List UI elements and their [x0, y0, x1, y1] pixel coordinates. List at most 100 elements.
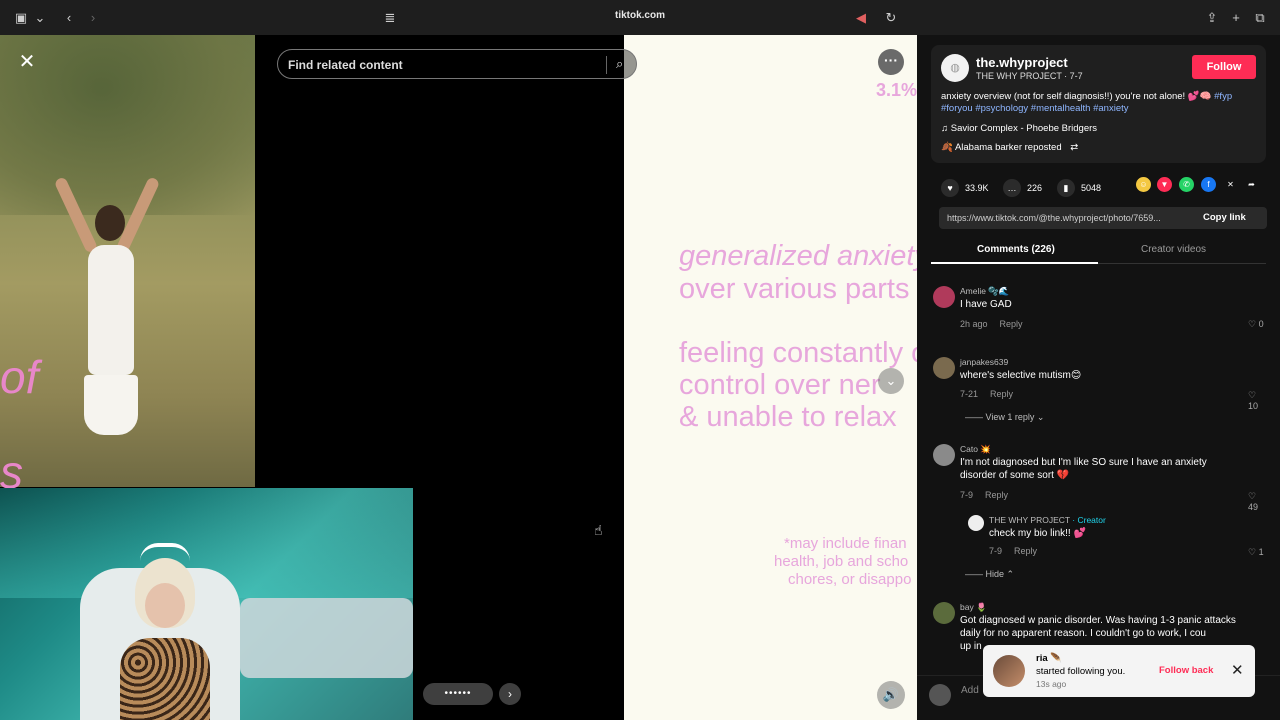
tabs-icon[interactable]: ⧉	[1251, 9, 1269, 27]
slide-indicator-dots[interactable]: ••••••	[423, 683, 493, 705]
slide-letter: of	[0, 351, 39, 403]
x-icon[interactable]: ✕	[1223, 177, 1238, 192]
repost-icon[interactable]: ⇄	[1070, 142, 1078, 153]
slide-footnote: *may include finan	[784, 535, 907, 552]
cat-ear-headphones	[140, 543, 190, 561]
comment-author[interactable]: janpakes639	[960, 357, 1008, 367]
avatar[interactable]	[968, 515, 984, 531]
link-bar: https://www.tiktok.com/@the.whyproject/p…	[939, 207, 1267, 229]
comment-input[interactable]: Add	[961, 685, 979, 696]
reply-button[interactable]: Reply	[985, 490, 1008, 500]
bed	[240, 598, 413, 678]
search-bar[interactable]: Find related content ⌕	[277, 49, 637, 79]
send-icon[interactable]: ▼	[1157, 177, 1172, 192]
comment-author[interactable]: Amelie 🫧🌊	[960, 286, 1010, 297]
hashtag[interactable]: #psychology	[975, 103, 1028, 114]
slide-footnote: health, job and scho	[774, 553, 909, 570]
comment-like[interactable]: ♡ 10	[1248, 390, 1268, 411]
slide-line: over various parts o	[679, 273, 917, 305]
reply-button[interactable]: Reply	[1014, 546, 1037, 556]
search-input[interactable]: Find related content	[288, 58, 403, 72]
toast-message: started following you.	[1036, 666, 1126, 677]
copy-link-button[interactable]: Copy link	[1203, 212, 1246, 223]
percent-label: 3.1%	[875, 80, 917, 100]
user-subtitle: THE WHY PROJECT · 7-7	[976, 71, 1083, 81]
comment-meta: 7-9 Reply	[960, 490, 1009, 500]
whatsapp-icon[interactable]: ✆	[1179, 177, 1194, 192]
comment-meta: 2h ago Reply	[960, 319, 1023, 329]
comment-like[interactable]: ♡ 0	[1248, 319, 1264, 330]
slide-line: & unable to relax	[679, 401, 897, 433]
username[interactable]: the.whyproject	[976, 55, 1068, 70]
address-bar[interactable]: tiktok.com	[0, 10, 1280, 21]
repost-info: 🍂 Alabama barker reposted ⇄	[941, 142, 1079, 153]
close-icon[interactable]: ✕	[16, 51, 38, 73]
slide-footnote: chores, or disappo	[788, 571, 912, 588]
music-link[interactable]: ♫ Savior Complex - Phoebe Bridgers	[941, 123, 1097, 134]
hand-cursor-icon: ☝	[594, 522, 603, 538]
streamer	[120, 558, 210, 720]
search-icon[interactable]: ⌕	[616, 56, 623, 72]
view-replies-button[interactable]: —— View 1 reply ⌄	[965, 412, 1044, 423]
bookmark-icon[interactable]: ▮	[1057, 179, 1075, 197]
avatar[interactable]	[933, 602, 955, 624]
panel-tabs: Comments (226) Creator videos	[931, 240, 1266, 264]
hashtag[interactable]: #fyp	[1214, 91, 1232, 102]
avatar[interactable]	[933, 357, 955, 379]
tab-creator-videos[interactable]: Creator videos	[1141, 244, 1206, 255]
post-detail-panel: ◍ the.whyproject THE WHY PROJECT · 7-7 F…	[917, 35, 1280, 720]
save-action[interactable]: ▮ 5048	[1057, 179, 1101, 197]
new-tab-icon[interactable]: +	[1227, 9, 1245, 27]
share-arrow-icon[interactable]: ➦	[1244, 177, 1259, 192]
post-url[interactable]: https://www.tiktok.com/@the.whyproject/p…	[947, 213, 1187, 223]
embed-icon[interactable]: ☺	[1136, 177, 1151, 192]
next-slide-icon[interactable]: ›	[499, 683, 521, 705]
tab-comments[interactable]: Comments (226)	[977, 244, 1055, 255]
slide-line: control over ner	[679, 369, 881, 401]
reply-button[interactable]: Reply	[990, 389, 1013, 399]
heart-icon[interactable]: ♥	[941, 179, 959, 197]
comment-like[interactable]: ♡ 1	[1248, 547, 1264, 558]
comment-meta: 7-9 Reply	[989, 546, 1038, 556]
more-options-icon[interactable]: ···	[878, 49, 904, 75]
comment-text: I'm not diagnosed but I'm like SO sure I…	[960, 457, 1207, 481]
follow-button[interactable]: Follow	[1192, 55, 1256, 79]
share-icon[interactable]: ⇪	[1203, 9, 1221, 27]
sound-icon[interactable]: ◀	[852, 9, 870, 27]
post-actions: ♥ 33.9K … 226 ▮ 5048 ☺ ▼ ✆ f ✕ ➦	[931, 176, 1266, 197]
avatar[interactable]	[933, 286, 955, 308]
comment-author[interactable]: Cato 💥	[960, 444, 991, 455]
slide-line: generalized anxiety	[679, 240, 917, 272]
slide-text: 3.1% generalized anxiety over various pa…	[624, 35, 917, 720]
hashtag[interactable]: #mentalhealth	[1031, 103, 1091, 114]
post-description: anxiety overview (not for self diagnosis…	[941, 91, 1233, 114]
comment-like[interactable]: ♡ 49	[1248, 491, 1268, 512]
follow-back-button[interactable]: Follow back	[1159, 665, 1213, 676]
comment-text: check my bio link!! 💕	[989, 528, 1086, 539]
avatar[interactable]	[933, 444, 955, 466]
post-info-card: ◍ the.whyproject THE WHY PROJECT · 7-7 F…	[931, 45, 1266, 163]
comment-author[interactable]: bay 🌷	[960, 602, 987, 613]
comment-meta: 7-21 Reply	[960, 389, 1014, 399]
comment-icon[interactable]: …	[1003, 179, 1021, 197]
comment-action[interactable]: … 226	[1003, 179, 1042, 197]
volume-icon[interactable]: 🔊	[877, 681, 905, 709]
comment-author[interactable]: THE WHY PROJECT · Creator	[989, 515, 1106, 525]
comment-text: where's selective mutism😊	[960, 370, 1082, 381]
hide-replies-button[interactable]: —— Hide ⌃	[965, 569, 1014, 580]
reply-button[interactable]: Reply	[1000, 319, 1023, 329]
toast-username[interactable]: ria 🪶	[1036, 653, 1062, 664]
slide-line: feeling constantly o	[679, 337, 917, 369]
close-icon[interactable]: ✕	[1231, 661, 1244, 679]
comment-text: I have GAD	[960, 299, 1012, 310]
avatar[interactable]	[993, 655, 1025, 687]
hashtag[interactable]: #anxiety	[1093, 103, 1128, 114]
avatar	[929, 684, 951, 706]
hashtag[interactable]: #foryou	[941, 103, 973, 114]
toast-time: 13s ago	[1036, 679, 1067, 689]
reload-icon[interactable]: ↻	[882, 9, 900, 27]
chevron-down-icon[interactable]: ⌄	[878, 368, 904, 394]
avatar[interactable]: ◍	[941, 54, 969, 82]
like-action[interactable]: ♥ 33.9K	[941, 179, 989, 197]
facebook-icon[interactable]: f	[1201, 177, 1216, 192]
